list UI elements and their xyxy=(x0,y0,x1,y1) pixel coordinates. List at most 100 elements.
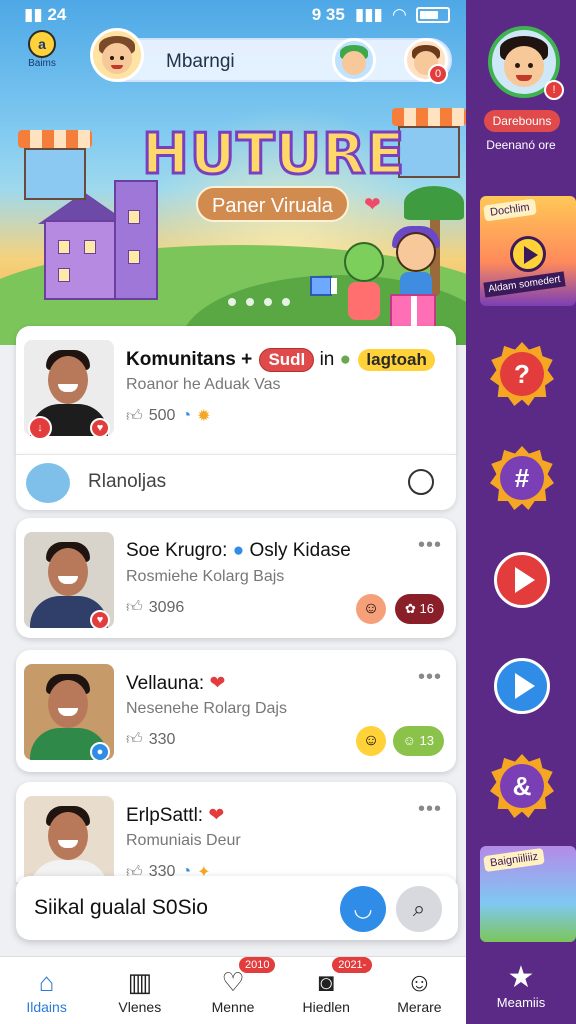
tag-chip[interactable]: lagtoah xyxy=(358,349,435,371)
nav-badge: 2010 xyxy=(239,957,276,973)
character-avatar[interactable] xyxy=(332,38,376,82)
nav-item-camera[interactable]: ◙ Hiedlen 2021- xyxy=(280,957,373,1024)
help-badge-icon[interactable]: ? xyxy=(490,342,554,406)
emoji-button-icon[interactable]: ◡ xyxy=(340,886,386,932)
heart-icon: ❤ xyxy=(208,805,225,826)
search-bar[interactable]: Mbarngi 0 xyxy=(96,38,452,84)
rail-profile-pill[interactable]: Darebouns xyxy=(484,110,560,132)
post-subtitle: Rosmiehe Kolarg Bajs xyxy=(126,568,285,585)
feed-card[interactable]: ♥ Soe Krugro: ● Osly Kidase Rosmiehe Kol… xyxy=(16,518,456,638)
feed-card[interactable]: ErlpSattl: ❤ Romuniais Deur 👍︎ 330 ◔ ✦ •… xyxy=(16,782,456,892)
carousel-dot[interactable] xyxy=(246,298,254,306)
message-composer[interactable]: Siikal gualal S0Sio ◡ ⌕ xyxy=(16,876,458,940)
tag-chip[interactable]: Sudl xyxy=(259,348,315,372)
status-badge-icon[interactable]: ● xyxy=(90,742,110,762)
carousel-dot[interactable] xyxy=(228,298,236,306)
home-icon: ⌂ xyxy=(38,967,55,997)
heart-badge-icon[interactable]: ♥ xyxy=(90,418,110,438)
monster-character-illustration xyxy=(334,242,394,322)
search-text: Mbarngi xyxy=(166,51,235,72)
smile-emoji-icon[interactable]: ☺ xyxy=(356,726,386,756)
commenter-avatar[interactable] xyxy=(26,463,70,503)
search-button-icon[interactable]: ⌕ xyxy=(396,886,442,932)
play-icon[interactable] xyxy=(510,236,546,272)
rail-profile-caption: Deenanó ore xyxy=(486,138,556,152)
composer-input[interactable]: Siikal gualal S0Sio xyxy=(34,896,208,920)
market-stall-illustration xyxy=(18,130,92,200)
post-meta: 👍︎ 500 ◔ ✹ xyxy=(126,406,211,426)
post-title: ErlpSattl: ❤ xyxy=(126,804,224,827)
rail-card-label: Baigniiliiiz xyxy=(483,847,546,873)
profile-avatar[interactable] xyxy=(90,28,144,82)
ampersand-badge-icon[interactable]: & xyxy=(490,754,554,818)
media-play-icon[interactable] xyxy=(490,654,554,718)
carousel-dot[interactable] xyxy=(282,298,290,306)
post-title: Vellauna: ❤ xyxy=(126,672,225,695)
like-count: 3096 xyxy=(148,598,185,616)
nav-badge: 2021- xyxy=(332,957,373,973)
status-time: 24 xyxy=(47,5,67,24)
like-count: 500 xyxy=(148,407,176,424)
post-title: Komunitans + Sudl in ● lagtoah xyxy=(126,348,435,372)
hashtag-badge-icon[interactable]: # xyxy=(490,446,554,510)
post-title-text: ErlpSattl: xyxy=(126,805,204,826)
globe-icon: ● xyxy=(232,540,245,561)
rail-notification-icon[interactable]: ! xyxy=(544,80,564,100)
nav-item-views[interactable]: ▥ Vlenes xyxy=(93,957,186,1024)
post-title-text: Soe Krugro: xyxy=(126,540,228,561)
star-icon: ★ xyxy=(507,961,535,994)
rail-favorites-label: Meamiis xyxy=(496,995,546,1010)
rail-promo-card[interactable]: Dochlim Aldam somedert xyxy=(480,196,576,306)
post-title-tail: Osly Kidase xyxy=(249,540,351,561)
rail-promo-card[interactable]: Baigniiliiiz xyxy=(480,846,576,942)
video-play-icon[interactable] xyxy=(490,548,554,612)
thumbs-up-icon[interactable]: 👍︎ xyxy=(126,407,143,426)
hero-subtitle: Paner Viruala xyxy=(196,186,349,222)
reaction-count-button[interactable]: ☺ 13 xyxy=(392,726,444,756)
sun-icon[interactable]: ✹ xyxy=(197,406,210,426)
leaf-icon: ● xyxy=(339,349,352,370)
comment-row[interactable]: Rlanoljas xyxy=(16,454,456,510)
post-subtitle: Roanor he Aduak Vas xyxy=(126,376,281,393)
app-logo[interactable]: a Baims xyxy=(20,30,64,80)
nav-label: Merare xyxy=(397,999,442,1015)
battery-icon xyxy=(416,7,450,23)
heart-icon: ❤ xyxy=(364,194,381,216)
post-title-text: Vellauna: xyxy=(126,673,205,694)
status-right: 9 35 ▮▮▮ ◠ xyxy=(312,5,450,25)
notification-badge: 0 xyxy=(428,64,448,84)
post-title-sep: + xyxy=(241,349,253,370)
status-left: ▮▮ 24 xyxy=(24,5,67,24)
post-meta: 👍︎ 3096 xyxy=(126,598,184,617)
magnifier-logo-icon: a xyxy=(28,30,56,58)
signal-icon: ▮▮▮ xyxy=(354,5,383,24)
more-options-icon[interactable]: ••• xyxy=(418,534,442,557)
post-title: Soe Krugro: ● Osly Kidase xyxy=(126,540,351,562)
more-options-icon[interactable]: ••• xyxy=(418,798,442,821)
thumbs-up-icon[interactable]: 👍︎ xyxy=(126,598,143,617)
rail-card-label: Aldam somedert xyxy=(483,271,566,298)
feed-card[interactable]: ↓ ♥ Komunitans + Sudl in ● lagtoah Roano… xyxy=(16,326,456,454)
nav-item-profile[interactable]: ☺ Merare xyxy=(373,957,466,1024)
compass-icon[interactable] xyxy=(408,469,434,495)
reaction-count-button[interactable]: ✿ 16 xyxy=(395,594,444,624)
main-column: ❤ HUTURE Paner Viruala ▮▮ 24 9 35 ▮▮▮ ◠ … xyxy=(0,0,466,1024)
rail-favorites[interactable]: ★ Meamiis xyxy=(466,956,576,1024)
carousel-dot[interactable] xyxy=(264,298,272,306)
heart-badge-icon[interactable]: ♥ xyxy=(90,610,110,630)
thumbs-up-icon[interactable]: 👍︎ xyxy=(126,730,143,749)
carousel-dots[interactable] xyxy=(228,298,290,306)
comment-text: Rlanoljas xyxy=(88,471,167,492)
feed-card[interactable]: ● Vellauna: ❤ Nesenehe Rolarg Dajs 👍︎ 33… xyxy=(16,650,456,772)
profile-icon: ☺ xyxy=(406,967,433,997)
nav-label: Ildains xyxy=(26,999,67,1015)
down-arrow-icon[interactable]: ↓ xyxy=(28,416,52,440)
nav-item-home[interactable]: ⌂ Ildains xyxy=(0,957,93,1024)
nav-item-messages[interactable]: ♡ Menne 2010 xyxy=(186,957,279,1024)
chat-icon[interactable]: ◔ xyxy=(181,407,191,425)
reaction-count: 16 xyxy=(419,601,434,616)
app-logo-label: Baims xyxy=(28,58,56,69)
post-subtitle: Nesenehe Rolarg Dajs xyxy=(126,700,287,717)
more-options-icon[interactable]: ••• xyxy=(418,666,442,689)
emoji-reaction-icon[interactable]: ☺ xyxy=(356,594,386,624)
